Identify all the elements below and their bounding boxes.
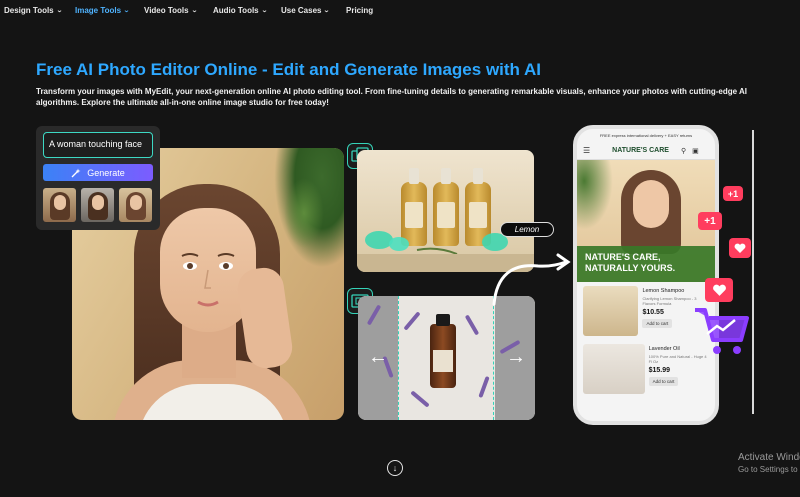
top-nav: Design Tools ⌄ Image Tools ⌄ Video Tools… xyxy=(0,0,800,22)
lemon-tag: Lemon xyxy=(500,222,554,237)
search-icon[interactable]: ⚲ xyxy=(681,147,686,155)
page-title: Free AI Photo Editor Online - Edit and G… xyxy=(36,60,542,79)
phone-mockup: FREE express international delivery + EA… xyxy=(573,125,719,425)
windows-activation-watermark: Activate Windows Go to Settings to activ… xyxy=(738,452,800,474)
nav-label: Image Tools xyxy=(75,6,122,15)
product-name: Lemon Shampoo xyxy=(642,288,685,294)
nav-label: Design Tools xyxy=(4,6,54,15)
generated-thumbnail[interactable] xyxy=(81,188,114,222)
nav-image-tools[interactable]: Image Tools ⌄ xyxy=(75,6,130,15)
promo-banner: FREE express international delivery + EA… xyxy=(599,133,693,138)
generate-button[interactable]: Generate xyxy=(43,164,153,181)
shopping-cart-icon xyxy=(695,308,749,354)
nav-design-tools[interactable]: Design Tools ⌄ xyxy=(4,6,62,15)
shop-header: ☰ NATURE'S CARE ⚲ ▣ xyxy=(577,142,715,160)
generated-thumbnail[interactable] xyxy=(119,188,152,222)
oil-bottle xyxy=(430,314,456,388)
product-image[interactable] xyxy=(583,344,645,394)
shop-tagline: NATURE'S CARE, NATURALLY YOURS. xyxy=(577,246,715,282)
chevron-down-icon: ⌄ xyxy=(123,8,130,14)
product-desc: Clarifying Lemon Shampoo - 3 Flavors For… xyxy=(642,296,697,306)
nav-label: Use Cases xyxy=(281,6,322,15)
prompt-input[interactable]: A woman touching face xyxy=(43,132,153,158)
plus-one-badge: +1 xyxy=(723,186,743,201)
generated-thumbnail[interactable] xyxy=(43,188,76,222)
heart-icon xyxy=(729,238,751,258)
nav-video-tools[interactable]: Video Tools ⌄ xyxy=(144,6,197,15)
arrow-left-icon[interactable]: ← xyxy=(368,346,388,369)
generate-label: Generate xyxy=(87,167,125,178)
chevron-down-icon: ⌄ xyxy=(190,8,198,14)
curved-arrow-icon xyxy=(492,253,571,306)
ai-generate-card: A woman touching face Generate xyxy=(36,126,160,230)
nav-label: Video Tools xyxy=(144,6,189,15)
product-image[interactable] xyxy=(583,286,639,336)
add-to-cart-button[interactable]: Add to cart xyxy=(648,377,679,386)
arrow-right-icon[interactable]: → xyxy=(506,346,526,369)
nav-use-cases[interactable]: Use Cases ⌄ xyxy=(281,6,330,15)
nav-pricing[interactable]: Pricing xyxy=(346,6,373,15)
nav-label: Audio Tools xyxy=(213,6,259,15)
divider-line xyxy=(752,130,754,414)
product-price: $15.99 xyxy=(648,367,670,374)
nav-label: Pricing xyxy=(346,6,374,15)
chevron-down-icon: ⌄ xyxy=(260,8,268,14)
shop-hero-image: NATURE'S CARE, NATURALLY YOURS. xyxy=(577,160,715,282)
plus-one-badge: +1 xyxy=(698,212,722,230)
nav-audio-tools[interactable]: Audio Tools ⌄ xyxy=(213,6,267,15)
chevron-down-icon: ⌄ xyxy=(55,8,63,14)
menu-icon[interactable]: ☰ xyxy=(583,146,590,155)
plant-decoration xyxy=(284,178,324,248)
chevron-down-icon: ⌄ xyxy=(323,8,331,14)
heart-icon xyxy=(705,278,733,302)
page-subtitle: Transform your images with MyEdit, your … xyxy=(36,87,748,107)
scroll-down-icon[interactable]: ↓ xyxy=(387,460,403,476)
generated-thumbnails xyxy=(43,188,152,222)
bag-icon[interactable]: ▣ xyxy=(692,147,699,155)
magic-wand-icon xyxy=(71,168,81,177)
shop-name: NATURE'S CARE xyxy=(612,147,669,154)
add-to-cart-button[interactable]: Add to cart xyxy=(642,319,673,328)
